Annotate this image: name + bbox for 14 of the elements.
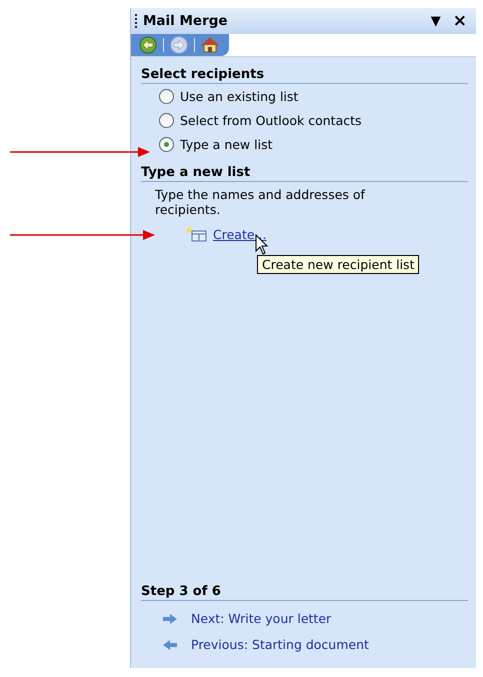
dropdown-button[interactable]: ▼ [428, 14, 444, 28]
create-link[interactable]: Create... [213, 226, 266, 242]
step-indicator: Step 3 of 6 [141, 584, 468, 601]
section-heading: Type a new list [141, 165, 468, 182]
description-text: Type the names and addresses of recipients. [155, 187, 366, 217]
previous-step-link[interactable]: Previous: Starting document [191, 637, 369, 652]
tooltip: Create new recipient list [257, 255, 420, 274]
close-button[interactable]: × [450, 11, 470, 31]
section-heading: Select recipients [141, 67, 468, 84]
option-label[interactable]: Type a new list [180, 137, 272, 152]
next-step-link[interactable]: Next: Write your letter [191, 611, 332, 626]
pane-title: Mail Merge [143, 13, 229, 29]
option-label[interactable]: Use an existing list [180, 89, 298, 104]
option-label[interactable]: Select from Outlook contacts [180, 113, 362, 128]
